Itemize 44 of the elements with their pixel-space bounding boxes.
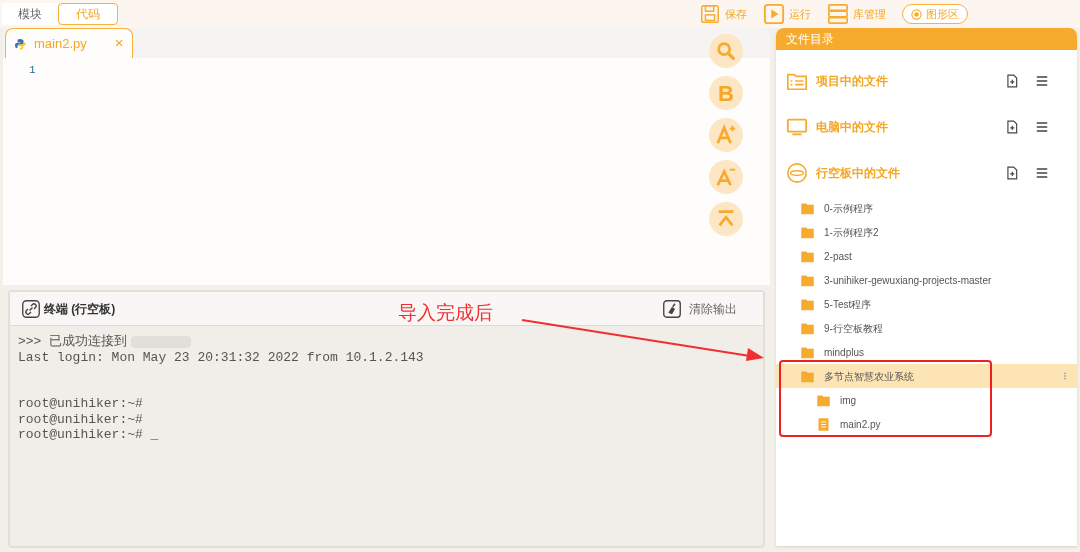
save-icon: [699, 3, 721, 25]
python-icon: [14, 37, 26, 50]
clear-output-button[interactable]: 清除输出: [663, 299, 751, 318]
line-number: 1: [29, 63, 37, 78]
search-button[interactable]: [709, 34, 743, 68]
panel-title: 文件目录: [776, 28, 1077, 50]
tree-item[interactable]: 2-past: [776, 244, 1077, 268]
terminal-title: 终端 (行空板): [44, 300, 116, 318]
terminal-line: root@unihiker:~# _: [18, 427, 159, 443]
link-icon: [22, 299, 40, 318]
terminal-line: root@unihiker:~#: [18, 411, 143, 427]
tree-item[interactable]: 5-Test程序: [776, 292, 1077, 316]
play-icon: [763, 3, 785, 25]
new-file-icon: [1005, 166, 1019, 180]
tree-item[interactable]: main2.py: [776, 412, 1077, 436]
font-down-button[interactable]: [709, 160, 743, 194]
terminal-line: Last login: Mon May 23 20:31:32 2022 from 10.1.2.143: [18, 349, 424, 365]
font-size-decrease-icon: [715, 166, 737, 188]
monitor-icon: [786, 116, 808, 138]
tree-item[interactable]: 多节点智慧农业系统: [776, 364, 1077, 388]
tree-item[interactable]: 0-示例程序: [776, 196, 1077, 220]
tree-item[interactable]: 1-示例程序2: [776, 220, 1077, 244]
broom-icon: [663, 299, 681, 318]
terminal-line: root@unihiker:~#: [18, 396, 143, 412]
tree-item[interactable]: 3-unihiker-gewuxiang-projects-master: [776, 268, 1077, 292]
font-up-button[interactable]: [709, 118, 743, 152]
mode-tab[interactable]: 模块: [2, 3, 58, 25]
server-stack-icon: [827, 3, 849, 25]
font-size-increase-icon: [715, 124, 737, 146]
new-file-icon: [1005, 74, 1019, 88]
radio-icon: [911, 8, 922, 20]
terminal-line: >>> 已成功连接到: [18, 334, 128, 350]
menu-icon: [1035, 74, 1049, 88]
tree-item[interactable]: img: [776, 388, 1077, 412]
top-button[interactable]: [709, 202, 743, 236]
tree-item[interactable]: mindplus: [776, 340, 1077, 364]
file-icon: [816, 416, 831, 432]
new-file-icon: [1005, 120, 1019, 134]
annotation-text: 导入完成后: [398, 301, 493, 325]
search-icon: [715, 40, 737, 62]
menu-icon: [1035, 120, 1049, 134]
disc-icon: [786, 162, 808, 184]
tree-item[interactable]: 9-行空板教程: [776, 316, 1077, 340]
menu-icon: [1035, 166, 1049, 180]
